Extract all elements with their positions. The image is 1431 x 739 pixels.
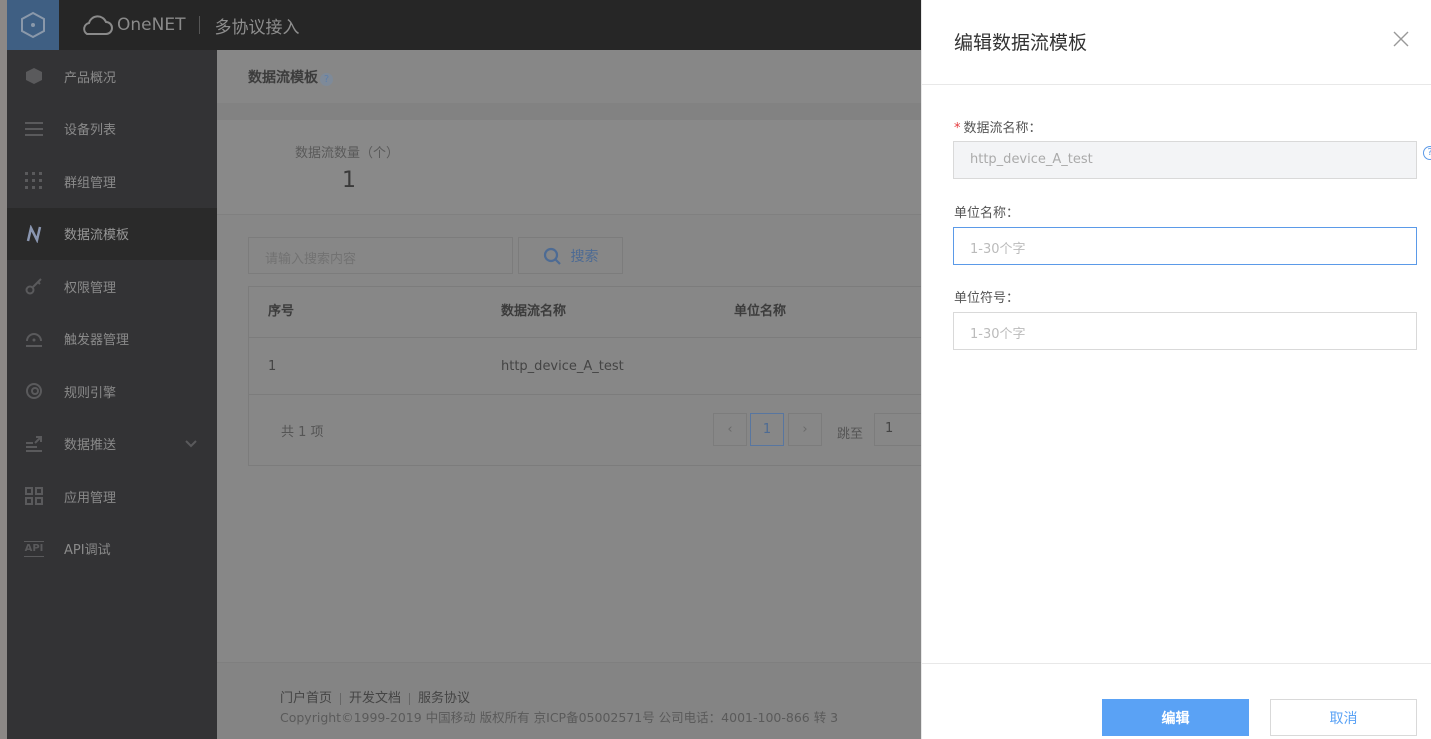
list-icon [24,119,44,139]
footer-links: 门户首页 开发文档 服务协议 [280,687,470,706]
edit-button[interactable]: 编辑 [1102,699,1249,736]
sidebar-item-rule-engine[interactable]: 规则引擎 [7,365,217,418]
label-text: 数据流名称： [963,121,1042,136]
divider [340,692,342,705]
required-marker: * [954,121,961,136]
sidebar: 产品概况 设备列表 群组管理 数据流模板 权限管理 触发器管理 规则引擎 数据推… [7,50,217,739]
field-label-datastream-name: * 数据流名称： [954,117,1042,136]
footer-link-docs[interactable]: 开发文档 [349,691,401,706]
footer-link-terms[interactable]: 服务协议 [418,691,470,706]
sidebar-item-label: 应用管理 [64,490,117,506]
stat-value: 1 [342,168,356,193]
field-label-unit-symbol: 单位符号： [954,291,1020,306]
page-footer: 门户首页 开发文档 服务协议 Copyright©1999-2019 中国移动 版权… [217,662,921,739]
brand-name: OneNET [117,15,186,35]
sidebar-item-data-push[interactable]: 数据推送 [7,418,217,471]
stat-label: 数据流数量（个） [295,146,400,161]
datastream-icon [24,224,44,244]
cloud-icon [83,15,113,35]
help-icon[interactable]: ? [1423,146,1431,160]
top-bar: OneNET 多协议接入 [7,0,921,50]
table-row[interactable]: 1 http_device_A_test [249,338,937,395]
grid-dots-icon [24,171,44,191]
footer-link-home[interactable]: 门户首页 [280,691,332,706]
product-name: 多协议接入 [214,17,300,38]
table-footer: 共 1 项 [249,395,937,465]
unit-symbol-input[interactable]: 1-30个字 [953,312,1417,350]
sidebar-item-overview[interactable]: 产品概况 [7,50,217,103]
next-page-button[interactable]: › [788,413,822,446]
field-label-unit-name: 单位名称： [954,206,1020,221]
divider [199,16,201,34]
edit-datastream-drawer: 编辑数据流模板 *数据流名称： http_device_A_test ? 单位名… [921,0,1431,739]
apps-icon [24,486,44,506]
column-header: 数据流名称 [501,304,567,319]
sidebar-item-label: 规则引擎 [64,385,117,401]
trigger-icon [24,329,44,349]
stats-panel: 数据流数量（个） 1 [217,120,921,215]
sidebar-item-apps[interactable]: 应用管理 [7,470,217,523]
sidebar-item-label: 群组管理 [64,175,117,191]
copyright: Copyright©1999-2019 中国移动 版权所有 京ICP备05002… [280,710,839,725]
close-icon[interactable] [1393,28,1409,53]
sidebar-item-label: 产品概况 [64,70,117,86]
column-header: 序号 [268,304,295,319]
search-icon [543,247,561,265]
sidebar-item-label: 设备列表 [64,123,117,139]
cancel-button[interactable]: 取消 [1270,699,1417,736]
sidebar-item-api-debug[interactable]: API API调试 [7,523,217,576]
sidebar-item-datastream-template[interactable]: 数据流模板 [7,207,217,260]
datastream-name-input: http_device_A_test [953,141,1417,179]
sidebar-item-label: 权限管理 [64,280,117,296]
key-icon [24,276,44,296]
total-count: 共 1 项 [281,425,324,440]
sidebar-item-label: 触发器管理 [64,333,130,349]
unit-name-input[interactable]: 1-30个字 [953,227,1417,265]
page-title-text: 数据流模板 [248,70,318,86]
left-edge [0,0,7,739]
column-header: 单位名称 [734,304,787,319]
sidebar-item-devices[interactable]: 设备列表 [7,103,217,156]
cube-icon [24,66,44,86]
push-icon [24,434,44,454]
table-header: 序号 数据流名称 单位名称 [249,287,937,338]
prev-page-button[interactable]: ‹ [713,413,747,446]
chevron-down-icon[interactable] [185,437,197,451]
page-title: 数据流模板? [248,67,333,87]
drawer-header: 编辑数据流模板 [922,0,1431,85]
sidebar-item-triggers[interactable]: 触发器管理 [7,313,217,366]
rule-engine-icon [24,381,44,401]
help-icon[interactable]: ? [320,73,333,86]
cell-name: http_device_A_test [501,359,624,374]
brand: OneNET 多协议接入 [79,13,299,38]
page-1-button[interactable]: 1 [750,413,784,446]
search-button[interactable]: 搜索 [518,237,623,274]
divider [409,692,411,705]
sidebar-item-permissions[interactable]: 权限管理 [7,260,217,313]
drawer-footer: 编辑 取消 [922,663,1431,739]
main-content: 数据流模板? 数据流数量（个） 1 请输入搜索内容 搜索 序号 数据流名称 单位… [217,50,938,739]
sidebar-item-label: 数据流模板 [64,228,130,244]
sidebar-item-label: API调试 [64,543,111,559]
divider-band [217,103,921,120]
cell-index: 1 [268,359,277,374]
jump-label: 跳至 [837,427,864,442]
drawer-title: 编辑数据流模板 [954,32,1088,54]
search-input[interactable]: 请输入搜索内容 [248,237,513,274]
sidebar-item-groups[interactable]: 群组管理 [7,155,217,208]
api-icon: API [24,540,44,557]
sidebar-item-label: 数据推送 [64,438,117,454]
hexagon-logo-icon[interactable] [7,0,59,50]
datastream-table: 序号 数据流名称 单位名称 1 http_device_A_test 共 1 项 [248,286,938,466]
search-button-label: 搜索 [570,248,599,265]
